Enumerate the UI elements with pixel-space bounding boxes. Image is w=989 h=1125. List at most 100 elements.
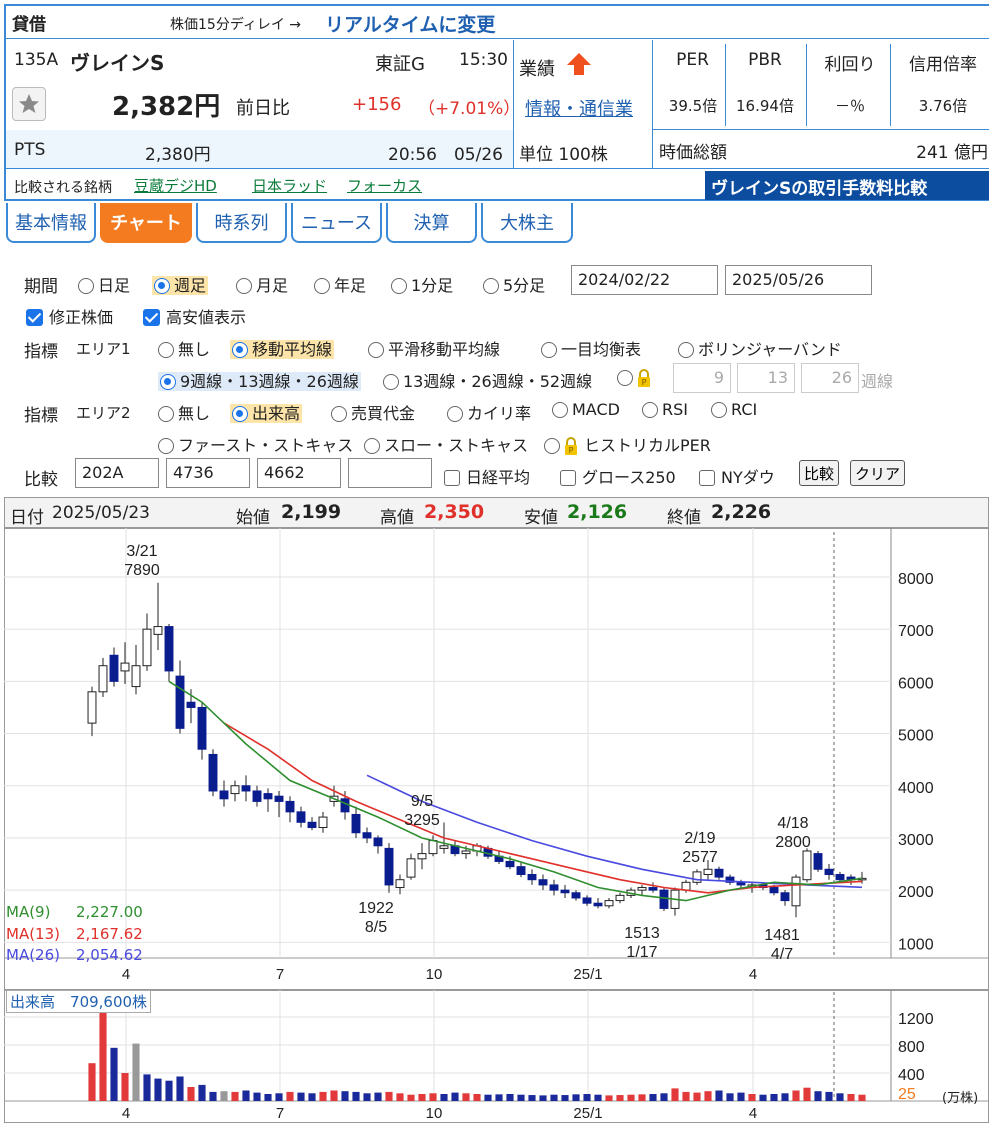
period-5min[interactable]: 5分足 (483, 272, 545, 296)
growth250-label: グロース250 (582, 468, 676, 487)
custom-ma-3-input[interactable]: 26 (801, 363, 859, 393)
market: 東証G (375, 54, 425, 75)
tab-earnings[interactable]: 決算 (386, 203, 477, 243)
fee-compare-banner[interactable]: ヴレインSの取引手数料比較 (705, 171, 989, 200)
annotation-label: 3295 (404, 812, 440, 829)
clear-button[interactable]: クリア (850, 460, 906, 486)
nydow-checkbox[interactable]: NYダウ (699, 464, 775, 488)
area2-deviation[interactable]: カイリ率 (447, 400, 531, 424)
period-monthly[interactable]: 月足 (236, 272, 288, 296)
candle-body (120, 662, 130, 672)
area2-slow-stoch[interactable]: スロー・ストキャス (364, 432, 528, 456)
area2-fast-stoch[interactable]: ファースト・ストキャス (158, 432, 353, 456)
area2-macd[interactable]: MACD (552, 400, 620, 419)
area1-none[interactable]: 無し (158, 336, 210, 360)
ma-13-26-52[interactable]: 13週線・26週線・52週線 (383, 368, 592, 392)
compare-link-mamezo[interactable]: 豆蔵デジHD (134, 175, 217, 196)
realtime-link[interactable]: リアルタイムに変更 (325, 10, 495, 37)
volume-bar (539, 1095, 547, 1101)
adjusted-price-checkbox[interactable]: 修正株価 (26, 304, 113, 328)
area1-bollinger[interactable]: ボリンジャーバンド (678, 336, 842, 360)
compare-link-focus[interactable]: フォーカス (347, 175, 422, 196)
area1-ma[interactable]: 移動平均線 (230, 336, 335, 360)
candle-body (571, 892, 581, 899)
custom-ma-1-input[interactable]: 9 (673, 363, 731, 393)
ohlc-open: 2,199 (281, 501, 342, 523)
volume-bar (649, 1094, 657, 1101)
stock-name: ヴレインS (70, 51, 165, 75)
price-chart-frame (4, 528, 989, 990)
compare-code-2-input[interactable]: 4736 (166, 458, 250, 488)
radio-checked-icon (232, 406, 248, 422)
area2-rci[interactable]: RCI (711, 400, 757, 419)
area2-hist-per[interactable]: P ヒストリカルPER (544, 432, 711, 456)
candle-body (692, 871, 702, 883)
radio-icon (158, 438, 174, 454)
period-yearly[interactable]: 年足 (314, 272, 366, 296)
candle-body (274, 795, 284, 802)
date-from-input[interactable]: 2024/02/22 (571, 265, 718, 295)
radio-icon (483, 278, 499, 294)
period-1min[interactable]: 1分足 (391, 272, 453, 296)
area2-turnover[interactable]: 売買代金 (331, 400, 415, 424)
radio-icon (383, 374, 399, 390)
annotation-label: 1922 (358, 900, 394, 917)
area2-rsi[interactable]: RSI (642, 400, 688, 419)
radio-icon (158, 406, 174, 422)
area2-none[interactable]: 無し (158, 400, 210, 424)
period-weekly[interactable]: 週足 (152, 272, 209, 296)
period-monthly-label: 月足 (256, 276, 289, 295)
date-to-input[interactable]: 2025/05/26 (725, 265, 872, 295)
nikkei-checkbox[interactable]: 日経平均 (444, 464, 530, 488)
price-chart[interactable]: 1000 2000 3000 4000 5000 6000 7000 8000 4 7 10 25/1… (4, 528, 989, 990)
metric-sep-3 (890, 44, 891, 126)
radio-icon (78, 278, 94, 294)
tab-timeseries[interactable]: 時系列 (196, 203, 287, 243)
tab-chart[interactable]: チャート (100, 203, 192, 243)
tab-news[interactable]: ニュース (291, 203, 382, 243)
favorite-star-button[interactable] (12, 87, 46, 121)
sector-link[interactable]: 情報・通信業 (525, 95, 633, 121)
ma-9-13-26[interactable]: 9週線・13週線・26週線 (158, 368, 361, 392)
area2-volume[interactable]: 出来高 (230, 400, 303, 424)
volume-unit: (万株) (942, 1091, 979, 1106)
candle-body (582, 897, 592, 904)
delay-note: 株価15分ディレイ → (170, 17, 302, 33)
tab-basic-info[interactable]: 基本情報 (6, 203, 96, 243)
volume-bar (550, 1094, 558, 1101)
area1-smooth-ma[interactable]: 平滑移動平均線 (368, 336, 500, 360)
hilo-label: 高安値表示 (166, 308, 247, 327)
area1-ichimoku[interactable]: 一目均衡表 (541, 336, 641, 360)
candle-body (538, 879, 548, 886)
volume-chart[interactable]: 1200 800 400 25 4 7 10 25/1 4 (4, 990, 989, 1123)
compare-link-nihonrad[interactable]: 日本ラッド (252, 175, 327, 196)
compare-code-1-input[interactable]: 202A (75, 458, 159, 488)
ohlc-bar (4, 497, 989, 528)
radio-icon (391, 278, 407, 294)
ohlc-close: 2,226 (711, 501, 772, 523)
hilo-checkbox[interactable]: 高安値表示 (143, 304, 246, 328)
tag-label: 貸借 (12, 15, 46, 35)
candle-body (802, 850, 812, 881)
price-tick-label: 1000 (898, 936, 934, 953)
compare-button[interactable]: 比較 (799, 460, 840, 486)
metrics-hline (652, 129, 989, 130)
candle-body (175, 675, 185, 729)
compare-code-3-input[interactable]: 4662 (257, 458, 341, 488)
ma-custom[interactable]: P (617, 368, 657, 387)
volume-bar (209, 1091, 217, 1101)
tab-shareholders[interactable]: 大株主 (481, 203, 573, 243)
custom-ma-2-input[interactable]: 13 (737, 363, 795, 393)
candle-body (714, 868, 724, 878)
area1-label: エリア1 (76, 340, 131, 358)
volume-bar (319, 1091, 327, 1101)
growth250-checkbox[interactable]: グロース250 (560, 464, 676, 488)
volume-bar (726, 1093, 734, 1101)
period-daily[interactable]: 日足 (78, 272, 130, 296)
volume-bar (352, 1091, 360, 1101)
radio-icon (364, 438, 380, 454)
volume-bar (165, 1080, 173, 1101)
metric-sep-2 (806, 44, 807, 126)
svg-text:P: P (569, 446, 574, 455)
compare-code-4-input[interactable] (348, 458, 432, 488)
